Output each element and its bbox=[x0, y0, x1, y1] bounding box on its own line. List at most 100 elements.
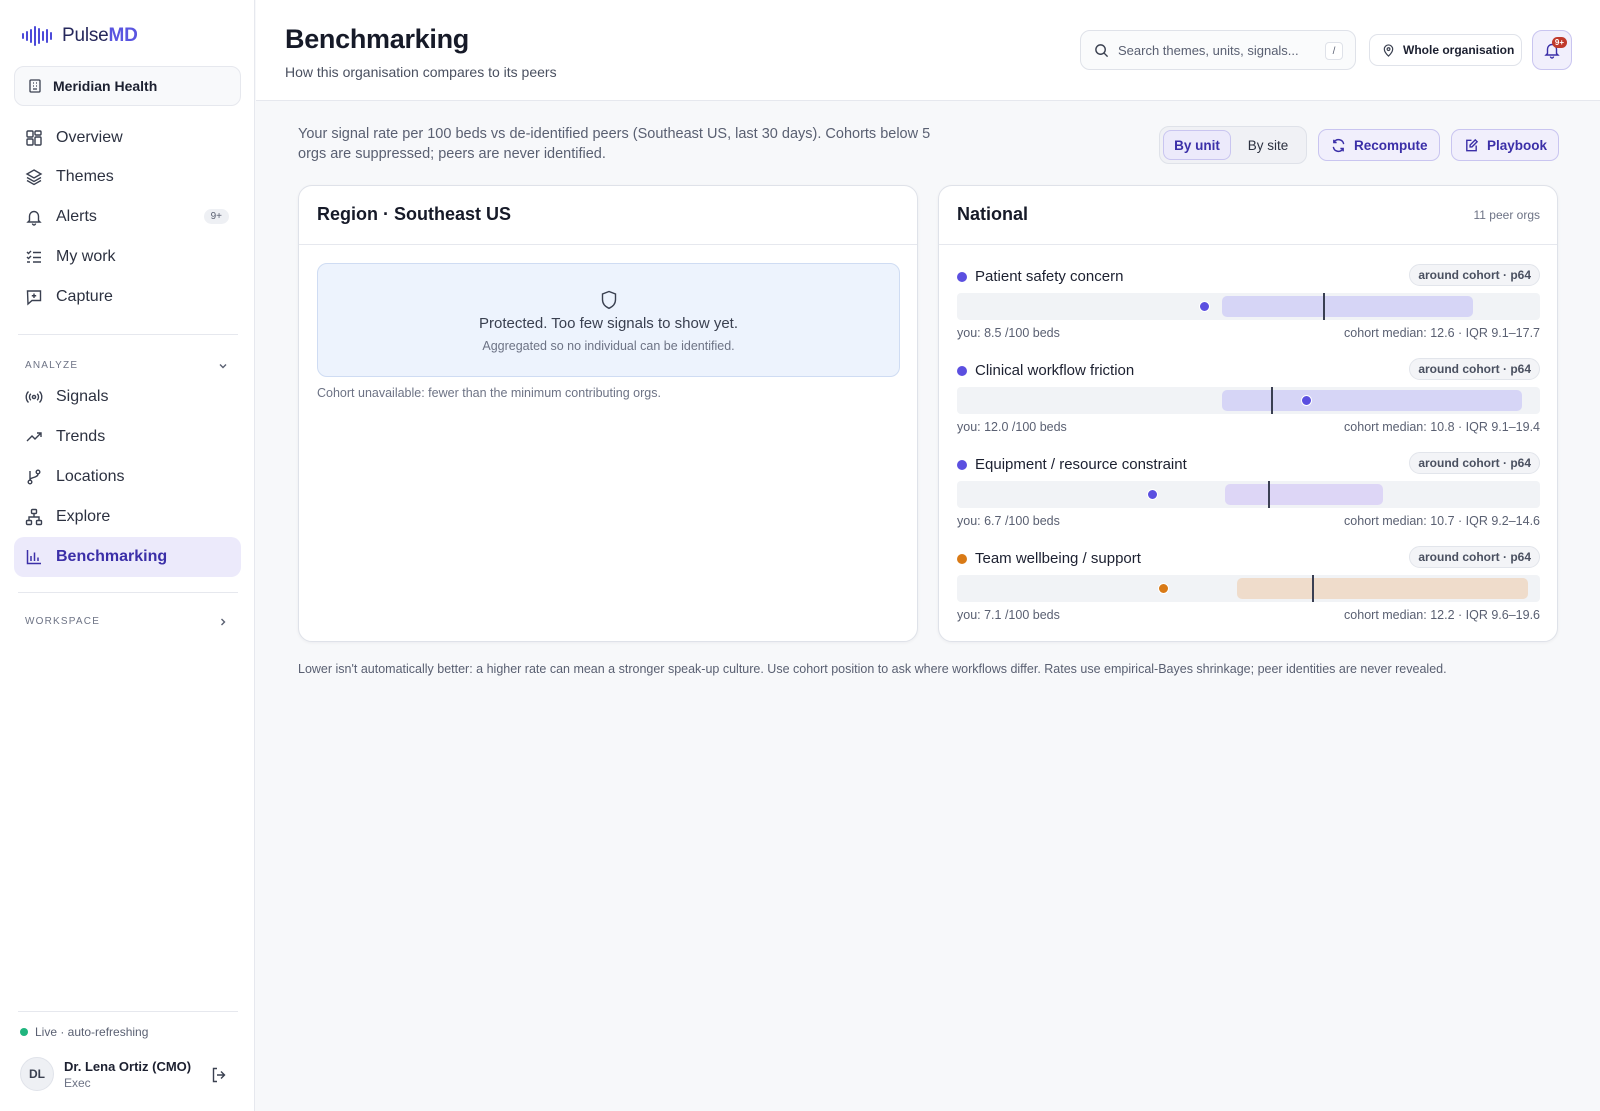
metric-row: Patient safety concern around cohort · p6… bbox=[957, 264, 1540, 346]
card-header: National 11 peer orgs bbox=[939, 186, 1557, 245]
sidebar-divider bbox=[18, 592, 238, 593]
playbook-label: Playbook bbox=[1487, 137, 1548, 153]
sidebar-divider bbox=[18, 334, 238, 335]
nav-item-alerts[interactable]: Alerts 9+ bbox=[14, 197, 241, 237]
logout-icon[interactable] bbox=[210, 1066, 228, 1084]
branch-icon bbox=[25, 468, 43, 486]
metric-color-dot bbox=[957, 272, 967, 282]
checklist-icon bbox=[25, 248, 43, 266]
benchmark-track bbox=[957, 293, 1540, 320]
nav-item-capture[interactable]: Capture bbox=[14, 277, 241, 317]
nav-label: My work bbox=[56, 248, 116, 265]
intro-text: Your signal rate per 100 beds vs de-iden… bbox=[298, 126, 931, 162]
notifications-button[interactable]: 9+ bbox=[1532, 30, 1572, 70]
search-placeholder: Search themes, units, signals... bbox=[1118, 42, 1299, 58]
chevron-down-icon[interactable] bbox=[218, 361, 228, 371]
recompute-button[interactable]: Recompute bbox=[1318, 129, 1440, 161]
metric-name: Clinical workflow friction bbox=[975, 362, 1135, 379]
nav-item-my-work[interactable]: My work bbox=[14, 237, 241, 277]
your-value-marker[interactable] bbox=[1158, 583, 1170, 594]
nav-label: Locations bbox=[56, 468, 125, 485]
your-value-label: you: 7.1 /100 beds bbox=[957, 608, 1060, 622]
cohort-summary-label: cohort median: 12.6 · IQR 9.1–17.7 bbox=[1344, 326, 1540, 340]
region-card: Region · Southeast US Protected. Too few… bbox=[298, 185, 918, 642]
building-icon bbox=[29, 79, 41, 93]
your-value-marker[interactable] bbox=[1199, 301, 1211, 312]
card-header: Region · Southeast US bbox=[299, 186, 917, 245]
iqr-band bbox=[1222, 390, 1523, 411]
location-pin-icon bbox=[1383, 43, 1394, 57]
user-role: Exec bbox=[64, 1075, 91, 1090]
shield-icon bbox=[601, 290, 617, 310]
page-header: Benchmarking How this organisation compa… bbox=[256, 0, 1600, 101]
bell-icon bbox=[25, 208, 43, 226]
refresh-icon bbox=[1332, 138, 1345, 152]
your-value-label: you: 12.0 /100 beds bbox=[957, 420, 1067, 434]
plus-message-icon bbox=[25, 288, 43, 306]
region-card-title: Region · Southeast US bbox=[317, 204, 512, 224]
by-unit-button[interactable]: By unit bbox=[1163, 130, 1231, 160]
live-status-text: Live · auto-refreshing bbox=[35, 1025, 149, 1039]
page-title: Benchmarking bbox=[285, 24, 469, 54]
nav-label: Overview bbox=[56, 129, 123, 146]
cohort-summary-label: cohort median: 12.2 · IQR 9.6–19.6 bbox=[1344, 608, 1540, 622]
nav-label: Signals bbox=[56, 388, 109, 405]
nav-label: Alerts bbox=[56, 208, 97, 225]
by-site-button[interactable]: By site bbox=[1234, 130, 1302, 160]
avatar: DL bbox=[20, 1057, 54, 1091]
nav-item-trends[interactable]: Trends bbox=[14, 417, 241, 457]
scope-label: Whole organisation bbox=[1403, 43, 1515, 57]
org-switcher[interactable]: Meridian Health bbox=[14, 66, 241, 106]
cohort-unavailable-note: Cohort unavailable: fewer than the minim… bbox=[317, 386, 661, 400]
analyze-section-label: ANALYZE bbox=[25, 360, 79, 371]
metric-color-dot bbox=[957, 554, 967, 564]
nav-item-overview[interactable]: Overview bbox=[14, 118, 241, 158]
sidebar: PulseMD Meridian Health Overview Themes … bbox=[0, 0, 255, 1111]
nav-item-signals[interactable]: Signals bbox=[14, 377, 241, 417]
cohort-summary-label: cohort median: 10.8 · IQR 9.1–19.4 bbox=[1344, 420, 1540, 434]
metric-name: Equipment / resource constraint bbox=[975, 456, 1187, 473]
your-value-marker[interactable] bbox=[1146, 489, 1158, 500]
national-card: National 11 peer orgs Patient safety con… bbox=[938, 185, 1558, 642]
nav-item-explore[interactable]: Explore bbox=[14, 497, 241, 537]
cohort-summary-label: cohort median: 10.7 · IQR 9.2–14.6 bbox=[1344, 514, 1540, 528]
nav-item-locations[interactable]: Locations bbox=[14, 457, 241, 497]
user-profile[interactable]: DL Dr. Lena Ortiz (CMO) Exec bbox=[20, 1057, 191, 1091]
chevron-right-icon[interactable] bbox=[218, 617, 228, 627]
protected-title: Protected. Too few signals to show yet. bbox=[478, 315, 739, 332]
pulse-logo-icon bbox=[22, 25, 52, 47]
layers-icon bbox=[25, 168, 43, 186]
national-card-title: National bbox=[957, 204, 1029, 224]
benchmark-track bbox=[957, 481, 1540, 508]
user-name: Dr. Lena Ortiz (CMO) bbox=[64, 1058, 192, 1074]
nav-item-benchmarking[interactable]: Benchmarking bbox=[14, 537, 241, 577]
nav-label: Explore bbox=[56, 508, 111, 525]
grid-icon bbox=[25, 129, 43, 147]
brand-logo[interactable]: PulseMD bbox=[22, 24, 138, 48]
cohort-position-badge: around cohort · p64 bbox=[1409, 546, 1540, 568]
page-subtitle: How this organisation compares to its pe… bbox=[285, 64, 557, 80]
playbook-button[interactable]: Playbook bbox=[1451, 129, 1559, 161]
recompute-label: Recompute bbox=[1354, 137, 1428, 153]
bar-chart-icon bbox=[25, 548, 43, 566]
metric-name: Patient safety concern bbox=[975, 268, 1124, 285]
cohort-median-marker bbox=[1267, 481, 1270, 508]
nav-item-themes[interactable]: Themes bbox=[14, 157, 241, 197]
metric-color-dot bbox=[957, 460, 967, 470]
cohort-position-badge: around cohort · p64 bbox=[1409, 358, 1540, 380]
scope-selector[interactable]: Whole organisation bbox=[1369, 34, 1522, 66]
live-status: Live · auto-refreshing bbox=[20, 1025, 148, 1039]
metric-row: Equipment / resource constraint around co… bbox=[957, 452, 1540, 534]
iqr-band bbox=[1222, 296, 1473, 317]
metric-row: Clinical workflow friction around cohort … bbox=[957, 358, 1540, 440]
broadcast-icon bbox=[25, 388, 43, 406]
brand-name: PulseMD bbox=[62, 25, 138, 46]
nav-label: Benchmarking bbox=[56, 548, 168, 565]
iqr-band bbox=[1225, 484, 1383, 505]
cohort-median-marker bbox=[1323, 293, 1326, 320]
search-shortcut-key: / bbox=[1325, 42, 1343, 60]
search-input[interactable]: Search themes, units, signals... / bbox=[1080, 30, 1356, 70]
live-dot-icon bbox=[20, 1028, 28, 1036]
sidebar-divider bbox=[18, 1011, 238, 1012]
your-value-label: you: 8.5 /100 beds bbox=[957, 326, 1060, 340]
